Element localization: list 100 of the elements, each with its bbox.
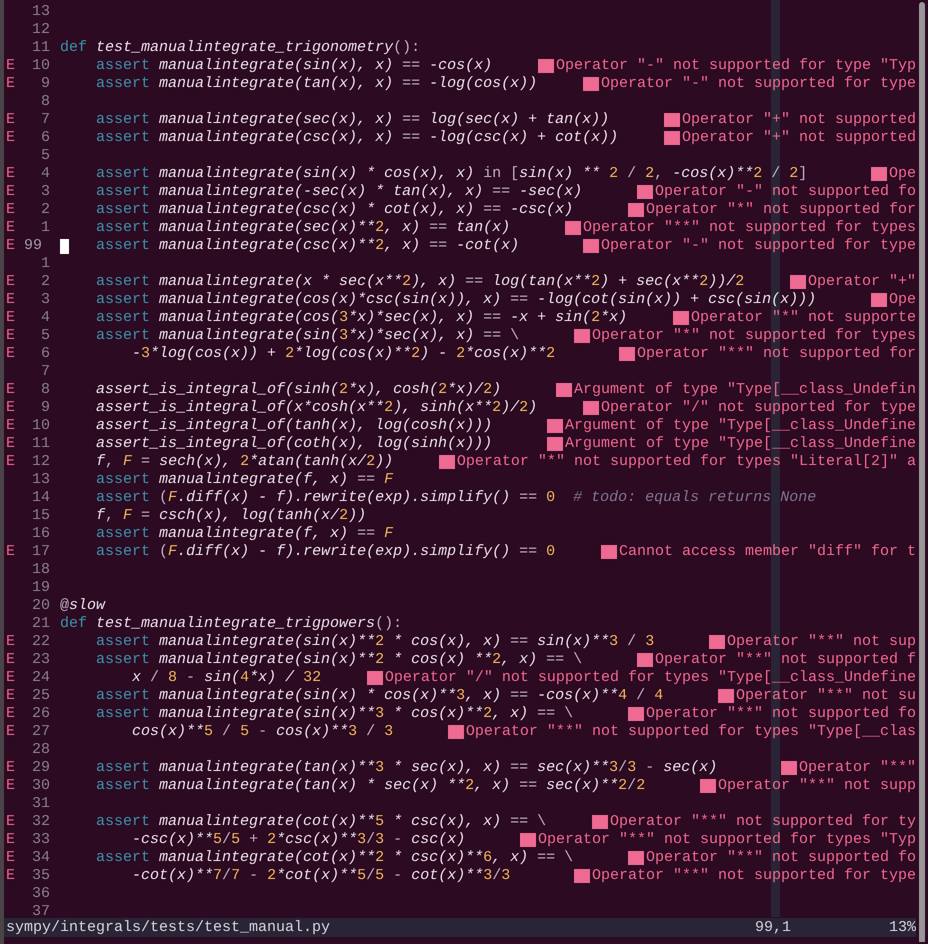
code-line: assert manualintegrate(cot(x)**5 * csc(x), x) == \	[95, 813, 546, 831]
line-number: 7	[40, 111, 50, 129]
line-number: 10	[30, 57, 50, 75]
error-sign: E	[5, 111, 16, 129]
line-number: 3	[40, 291, 50, 309]
line-number: 21	[30, 615, 50, 633]
line-number: 13	[30, 471, 50, 489]
code-line: assert manualintegrate(x * sec(x**2), x) == log(tan(x**2) + sec(x**2))/2	[95, 273, 744, 291]
error-sign: E	[5, 291, 16, 309]
diagnostic-marker	[700, 779, 716, 793]
code-line: assert manualintegrate(csc(x) * cot(x), x) == -csc(x)	[95, 201, 574, 219]
error-sign: E	[5, 777, 16, 795]
line-number: 6	[40, 345, 50, 363]
error-sign: E	[5, 813, 16, 831]
diagnostic-message: Operator "**"	[798, 759, 916, 777]
code-line: assert manualintegrate(csc(x), x) == -log(csc(x) + cot(x))	[95, 129, 618, 147]
diagnostic-marker	[556, 383, 572, 397]
error-sign: E	[5, 183, 16, 201]
diagnostic-marker	[628, 851, 644, 865]
error-sign: E	[5, 435, 16, 453]
diagnostic-message: Operator "**" not supported for types "Typ	[538, 831, 916, 849]
code-line: assert manualintegrate(cos(3*x)*sec(x), x) == -x + sin(2*x)	[95, 309, 628, 327]
line-number: 17	[30, 543, 50, 561]
code-line: assert manualintegrate(sin(x) * cos(x), x) in [sin(x) ** 2 / 2, -cos(x)**2 / 2]	[95, 165, 808, 183]
diagnostic-marker	[366, 671, 383, 685]
diagnostic-marker	[618, 347, 635, 361]
code-line: def test_manualintegrate_trigonometry():	[60, 39, 420, 57]
diagnostic-marker	[448, 725, 464, 739]
line-number: 11	[30, 39, 50, 57]
line-number: 28	[30, 741, 50, 759]
diagnostic-message: Operator "+" not supported	[682, 111, 916, 129]
error-sign: E	[5, 669, 16, 687]
line-number: 4	[40, 165, 50, 183]
line-number: 3	[40, 183, 50, 201]
diagnostic-message: Operator "**" not supported f	[654, 651, 916, 669]
file-path: sympy/integrals/tests/test_manual.py	[5, 918, 330, 936]
diagnostic-marker	[592, 815, 608, 829]
diagnostic-message: Operator "**" not sup	[726, 633, 916, 651]
diagnostic-message: Operator "+" not supported	[682, 129, 916, 147]
error-sign: E	[5, 327, 16, 345]
error-sign: E	[5, 417, 16, 435]
diagnostic-message: Argument of type "Type[__class_Undefine	[564, 435, 916, 453]
code-line: assert (F.diff(x) - f).rewrite(exp).simplify() == 0	[95, 543, 556, 561]
code-line: f, F = csch(x), log(tanh(x/2))	[95, 507, 366, 525]
error-sign: E	[5, 759, 16, 777]
line-number: 16	[30, 525, 50, 543]
error-sign: E	[5, 849, 16, 867]
diagnostic-marker	[574, 869, 590, 883]
diagnostic-marker	[780, 761, 797, 775]
diagnostic-message: Operator "*" not supported for types	[592, 327, 916, 345]
line-number: 24	[30, 669, 50, 687]
line-number: 6	[40, 129, 50, 147]
code-line: assert manualintegrate(sin(x)**2 * cos(x) **2, x) == \	[95, 651, 582, 669]
line-number: 10	[30, 417, 50, 435]
line-number: 7	[40, 363, 50, 381]
diagnostic-message: Operator "-" not supported for type	[600, 75, 916, 93]
code-line: f, F = sech(x), 2*atan(tanh(x/2))	[95, 453, 394, 471]
diagnostic-message: Operator "-" not supported fo	[654, 183, 916, 201]
diagnostic-message: Operator "/" not supported for type	[600, 399, 916, 417]
line-number: 9	[40, 399, 50, 417]
line-number: 30	[30, 777, 50, 795]
code-line: assert manualintegrate(sec(x), x) == log(sec(x) + tan(x))	[95, 111, 610, 129]
line-number: 15	[30, 507, 50, 525]
error-sign: E	[5, 237, 16, 255]
diagnostic-message: Cannot access member "diff" for t	[618, 543, 916, 561]
line-number: 27	[30, 723, 50, 741]
error-sign: E	[5, 57, 16, 75]
code-line: assert manualintegrate(tan(x) * sec(x) **2, x) == sec(x)**2/2	[95, 777, 646, 795]
code-line: -cot(x)**7/7 - 2*cot(x)**5/5 - cot(x)**3/3	[131, 867, 510, 885]
error-sign: E	[5, 129, 16, 147]
code-line: assert manualintegrate(-sec(x) * tan(x), x) == -sec(x)	[95, 183, 582, 201]
diagnostic-message: Argument of type "Type[__class_Undefine	[564, 417, 916, 435]
line-number: 5	[40, 327, 50, 345]
line-number: 34	[30, 849, 50, 867]
code-line: x / 8 - sin(4*x) / 32	[131, 669, 322, 687]
error-sign: E	[5, 273, 16, 291]
line-number: 12	[30, 21, 50, 39]
line-number: 1	[40, 219, 50, 237]
diagnostic-marker	[600, 545, 617, 559]
diagnostic-marker	[628, 707, 644, 721]
code-line: assert manualintegrate(csc(x)**2, x) == -cot(x)	[95, 237, 520, 255]
diagnostic-marker	[438, 455, 455, 469]
error-sign: E	[5, 651, 16, 669]
code-line: assert_is_integral_of(x*cosh(x**2), sinh(x**2)/2)	[95, 399, 538, 417]
code-line: assert_is_integral_of(sinh(2*x), cosh(2*x)/2)	[95, 381, 502, 399]
line-number: 36	[30, 885, 50, 903]
line-number: 26	[30, 705, 50, 723]
line-number: 33	[30, 831, 50, 849]
line-number: 20	[30, 597, 50, 615]
diagnostic-marker	[582, 77, 599, 91]
cursor-position: 99,1	[754, 918, 791, 936]
diagnostic-message: Ope	[888, 291, 916, 309]
line-number: 13	[30, 3, 50, 21]
diagnostic-marker	[870, 167, 887, 181]
line-number: 5	[40, 147, 50, 165]
diagnostic-message: Operator "**" not supported for type	[592, 867, 916, 885]
diagnostic-message: Operator "+"	[808, 273, 916, 291]
error-sign: E	[5, 453, 16, 471]
error-sign: E	[5, 309, 16, 327]
error-sign: E	[5, 345, 16, 363]
